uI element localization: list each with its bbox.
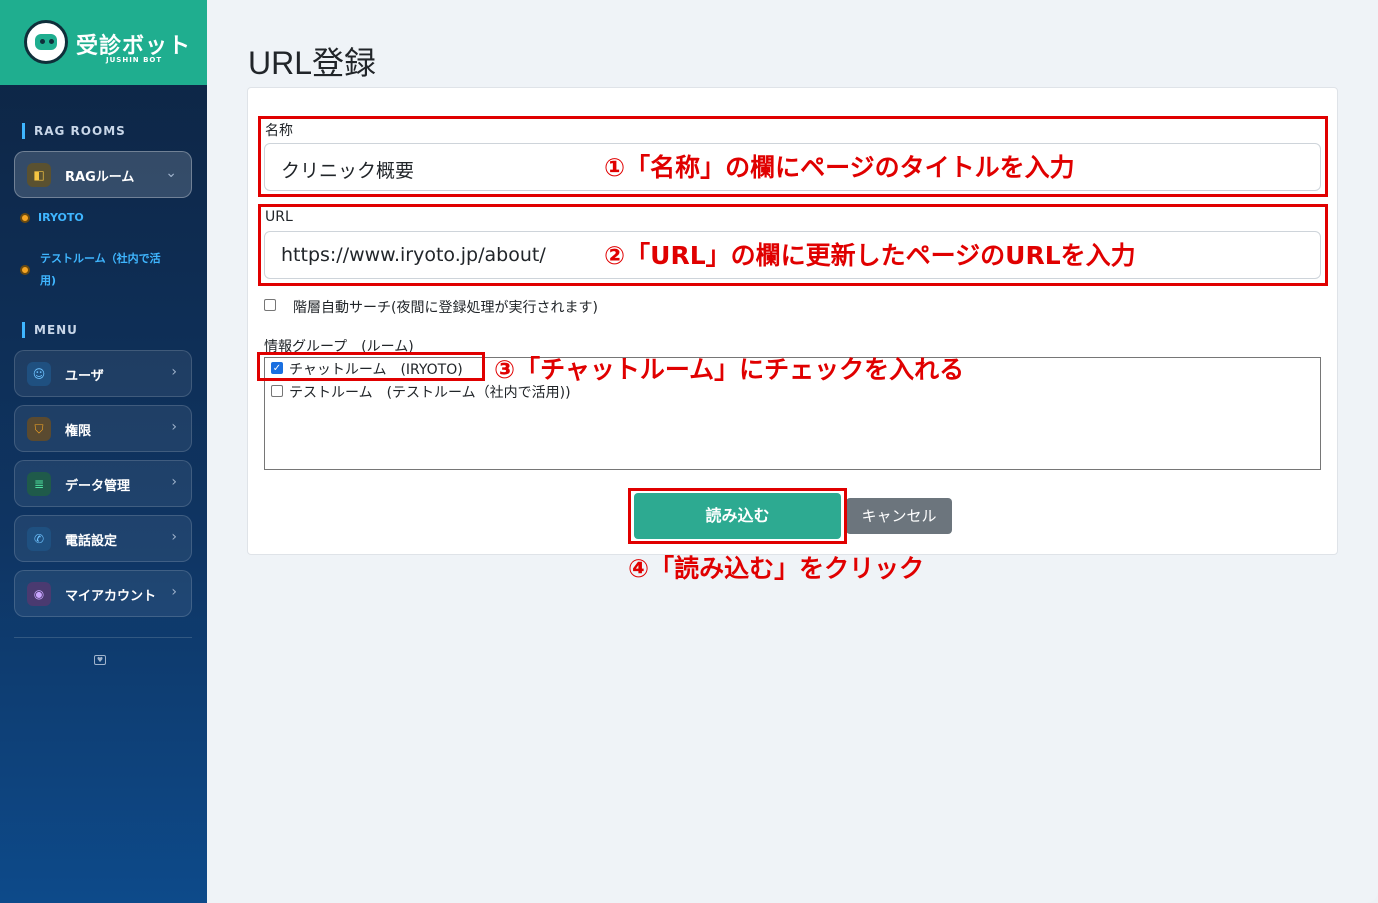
- chat-heart-icon[interactable]: ♥: [94, 655, 106, 665]
- sidebar-item-account[interactable]: ◉ マイアカウント ›: [14, 570, 192, 617]
- test-room-checkbox[interactable]: [271, 385, 283, 397]
- menu-heading: MENU: [22, 322, 78, 338]
- phone-icon: ✆: [27, 527, 51, 551]
- annotation-step1: ①「名称」の欄にページのタイトルを入力: [604, 153, 1075, 182]
- annotation-step2: ②「URL」の欄に更新したページのURLを入力: [604, 241, 1136, 270]
- chevron-right-icon: ›: [171, 529, 177, 545]
- chevron-right-icon: ›: [171, 364, 177, 380]
- auto-search-checkbox[interactable]: [264, 299, 276, 311]
- bot-logo-icon: [24, 20, 68, 64]
- shield-icon: ⛉: [27, 417, 51, 441]
- sidebar-divider: [14, 637, 192, 638]
- rag-room-dropdown-label: RAGルーム: [65, 170, 135, 185]
- sidebar-room-test-dot: [20, 259, 38, 281]
- database-icon: ◧: [27, 163, 51, 187]
- annotation-box-room: [257, 352, 485, 381]
- chevron-down-icon: ⌄: [165, 165, 177, 181]
- chevron-right-icon: ›: [171, 419, 177, 435]
- user-icon: ☺: [27, 362, 51, 386]
- account-icon: ◉: [27, 582, 51, 606]
- chevron-right-icon: ›: [171, 584, 177, 600]
- auto-search-label: 階層自動サーチ(夜間に登録処理が実行されます): [293, 300, 598, 316]
- sidebar-room-test-cont: 用): [40, 274, 57, 287]
- database-icon: ≣: [27, 472, 51, 496]
- sidebar-item-users[interactable]: ☺ ユーザ ›: [14, 350, 192, 397]
- rag-rooms-heading: RAG ROOMS: [22, 123, 126, 139]
- brand-subtitle: JUSHIN BOT: [106, 56, 163, 64]
- sidebar: 受診ボット JUSHIN BOT RAG ROOMS ◧ RAGルーム ⌄ IR…: [0, 0, 207, 903]
- status-dot-icon: [20, 213, 30, 223]
- rag-room-dropdown[interactable]: ◧ RAGルーム ⌄: [14, 151, 192, 198]
- sidebar-room-test[interactable]: テストルーム（社内で活: [20, 248, 190, 270]
- status-dot-icon: [20, 265, 30, 275]
- brand-header[interactable]: 受診ボット JUSHIN BOT: [0, 0, 207, 85]
- sidebar-room-iryoto[interactable]: IRYOTO: [20, 207, 84, 229]
- chevron-right-icon: ›: [171, 474, 177, 490]
- cancel-button[interactable]: キャンセル: [846, 498, 952, 534]
- page-title: URL登録: [248, 45, 377, 81]
- annotation-step3: ③「チャットルーム」にチェックを入れる: [494, 355, 965, 384]
- sidebar-item-data[interactable]: ≣ データ管理 ›: [14, 460, 192, 507]
- sidebar-item-phone[interactable]: ✆ 電話設定 ›: [14, 515, 192, 562]
- sidebar-item-permissions[interactable]: ⛉ 権限 ›: [14, 405, 192, 452]
- annotation-box-load: [628, 488, 847, 544]
- annotation-step4: ④「読み込む」をクリック: [628, 554, 925, 583]
